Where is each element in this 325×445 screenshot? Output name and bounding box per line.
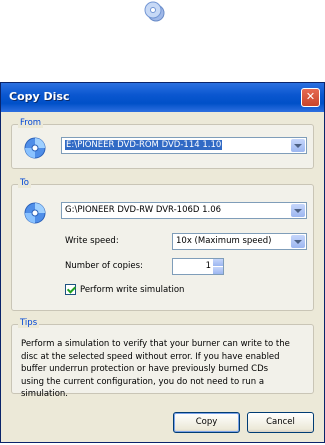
close-button[interactable]: ✕ xyxy=(301,88,320,107)
from-group: From E:\PIONEER DVD-ROM DVD-114 1.10 xyxy=(11,118,314,169)
target-drive-value: G:\PIONEER DVD-RW DVR-106D 1.06 xyxy=(65,205,222,215)
tips-group: Tips Perform a simulation to verify that… xyxy=(11,318,314,399)
to-group: To G:\PIONEER DVD-RW DVR-106D 1.06 Write… xyxy=(11,178,314,311)
close-icon: ✕ xyxy=(305,90,316,103)
write-speed-select[interactable]: 10x (Maximum speed) xyxy=(172,233,307,250)
write-speed-label: Write speed: xyxy=(65,236,119,246)
cd-disc-icon xyxy=(24,137,46,159)
chevron-down-icon[interactable] xyxy=(291,204,305,217)
tips-text: Perform a simulation to verify that your… xyxy=(21,339,290,399)
write-speed-value: 10x (Maximum speed) xyxy=(176,236,272,246)
title-bar[interactable]: Copy Disc ✕ xyxy=(1,83,324,112)
chevron-down-icon[interactable] xyxy=(291,235,305,248)
cancel-button[interactable]: Cancel xyxy=(247,412,314,433)
cd-disc-icon xyxy=(24,202,46,224)
decrement-button[interactable] xyxy=(213,267,223,274)
chevron-down-icon[interactable] xyxy=(291,139,305,152)
to-label: To xyxy=(18,178,31,188)
copy-button[interactable]: Copy xyxy=(173,412,240,433)
increment-button[interactable] xyxy=(213,259,223,266)
copies-label: Number of copies: xyxy=(65,261,143,271)
simulation-checkbox[interactable] xyxy=(65,284,76,295)
copies-stepper[interactable]: 1 xyxy=(172,258,224,275)
target-drive-select[interactable]: G:\PIONEER DVD-RW DVR-106D 1.06 xyxy=(61,202,307,219)
source-drive-select[interactable]: E:\PIONEER DVD-ROM DVD-114 1.10 xyxy=(61,137,307,154)
cd-stack-icon xyxy=(144,1,165,22)
dialog-title: Copy Disc xyxy=(9,90,70,103)
tips-label: Tips xyxy=(18,318,40,328)
from-label: From xyxy=(18,118,44,128)
simulation-label: Perform write simulation xyxy=(80,285,185,295)
copy-disc-dialog: Copy Disc ✕ From E:\PIONEER DVD-ROM DVD-… xyxy=(0,82,325,443)
copies-value: 1 xyxy=(205,261,211,271)
source-drive-value: E:\PIONEER DVD-ROM DVD-114 1.10 xyxy=(65,140,223,150)
